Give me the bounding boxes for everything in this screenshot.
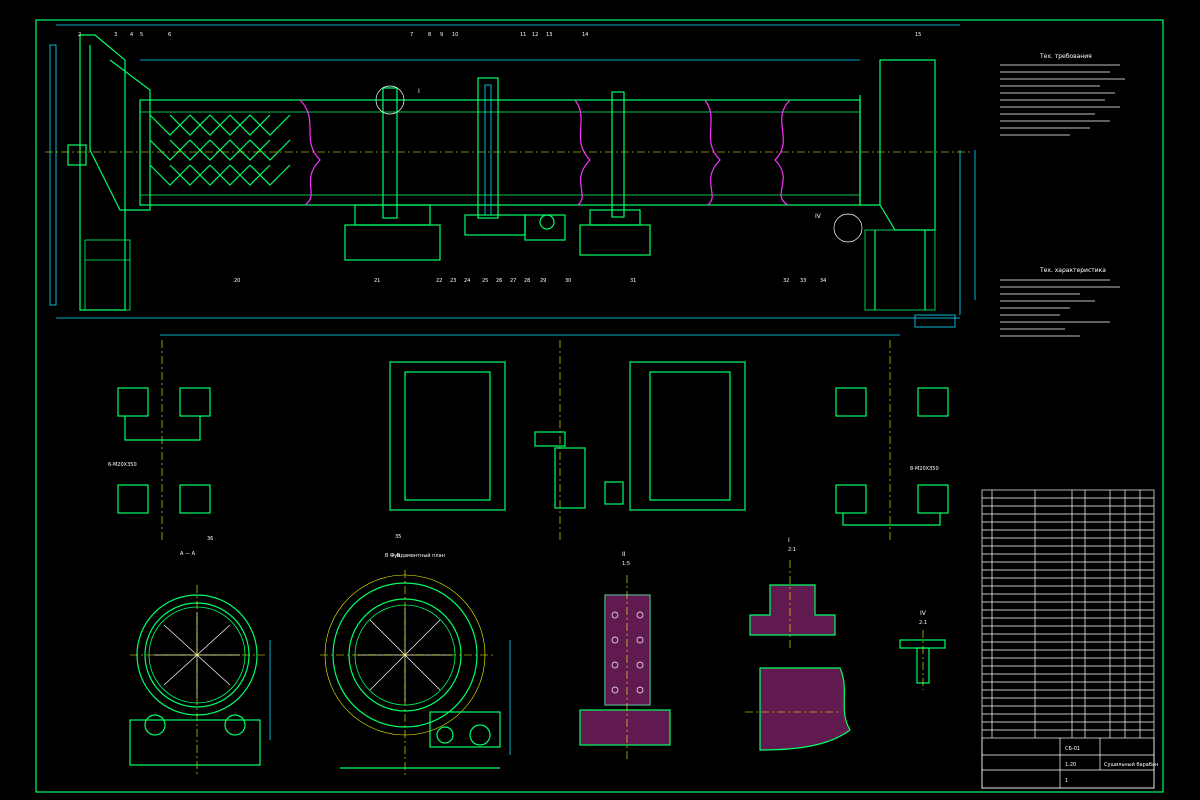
drum-elevation-view <box>45 24 976 336</box>
anchor-bolt-label-left: 6-M20X350 <box>108 462 137 468</box>
title-block-scale: 1:20 <box>1065 762 1076 768</box>
detail-callout-4: IV <box>815 213 822 220</box>
part-no-23: 23 <box>450 278 456 284</box>
detail-1-scale: 2:1 <box>788 547 796 553</box>
detail-view-4: IV 2:1 <box>899 610 946 690</box>
part-no-7: 7 <box>410 32 413 38</box>
part-no-15: 15 <box>915 32 921 38</box>
part-no-26: 26 <box>496 278 502 284</box>
cad-drawing-canvas: 2 3 4 5 6 7 8 9 10 11 12 13 14 15 I IV 2… <box>35 19 1164 793</box>
part-no-3: 3 <box>114 32 117 38</box>
part-no-12: 12 <box>532 32 538 38</box>
part-no-32: 32 <box>783 278 789 284</box>
section-view-b: B — B <box>320 553 511 775</box>
part-no-10: 10 <box>452 32 458 38</box>
part-no-29: 29 <box>540 278 546 284</box>
part-no-35: 35 <box>395 534 401 540</box>
part-no-6: 6 <box>168 32 171 38</box>
detail-1-title: I <box>788 537 790 544</box>
technical-notes: Тех. требования Тех. характеристика <box>1000 53 1125 337</box>
title-block-drawing-no: СБ-01 <box>1065 746 1080 752</box>
part-no-27: 27 <box>510 278 516 284</box>
part-no-28: 28 <box>524 278 530 284</box>
detail-callout-1: I <box>418 88 420 95</box>
anchor-bolt-label-right: 8-M20X350 <box>910 466 939 472</box>
title-block-name: Сушильный барабан <box>1104 761 1158 768</box>
detail-4-title: IV <box>920 610 927 617</box>
detail-4-scale: 2:1 <box>919 620 927 626</box>
detail-view-1: I 2:1 <box>745 537 851 751</box>
part-no-4: 4 <box>130 32 133 38</box>
part-no-21: 21 <box>374 278 380 284</box>
part-no-9: 9 <box>440 32 443 38</box>
part-no-24: 24 <box>464 278 470 284</box>
part-no-22: 22 <box>436 278 442 284</box>
section-view-a <box>129 585 271 775</box>
title-block-sheet: 1 <box>1065 778 1068 784</box>
part-no-8: 8 <box>428 32 431 38</box>
title-block: СБ-01 Сушильный барабан 1:20 1 <box>981 737 1158 789</box>
notes-heading-requirements: Тех. требования <box>1039 53 1092 60</box>
part-no-25: 25 <box>482 278 488 284</box>
part-no-36: 36 <box>207 536 213 542</box>
part-no-13: 13 <box>546 32 552 38</box>
part-no-20: 20 <box>234 278 240 284</box>
detail-view-2: II 1:5 <box>579 551 671 760</box>
part-no-5: 5 <box>140 32 143 38</box>
view-b-label: B — B <box>385 553 401 559</box>
part-no-11: 11 <box>520 32 526 38</box>
detail-2-title: II <box>622 551 626 558</box>
part-no-31: 31 <box>630 278 636 284</box>
drawing-border <box>35 19 1164 793</box>
detail-2-scale: 1:5 <box>622 561 630 567</box>
part-no-34: 34 <box>820 278 826 284</box>
part-no-33: 33 <box>800 278 806 284</box>
notes-heading-specs: Тех. характеристика <box>1039 267 1106 274</box>
part-no-14: 14 <box>582 32 588 38</box>
foundation-plan: 6-M20X350 Фундаментный план 8-M20X350 A … <box>108 340 949 559</box>
part-no-2: 2 <box>78 32 81 38</box>
view-a-label: A — A <box>180 551 196 557</box>
parts-list-table <box>981 489 1155 789</box>
part-no-30: 30 <box>565 278 571 284</box>
